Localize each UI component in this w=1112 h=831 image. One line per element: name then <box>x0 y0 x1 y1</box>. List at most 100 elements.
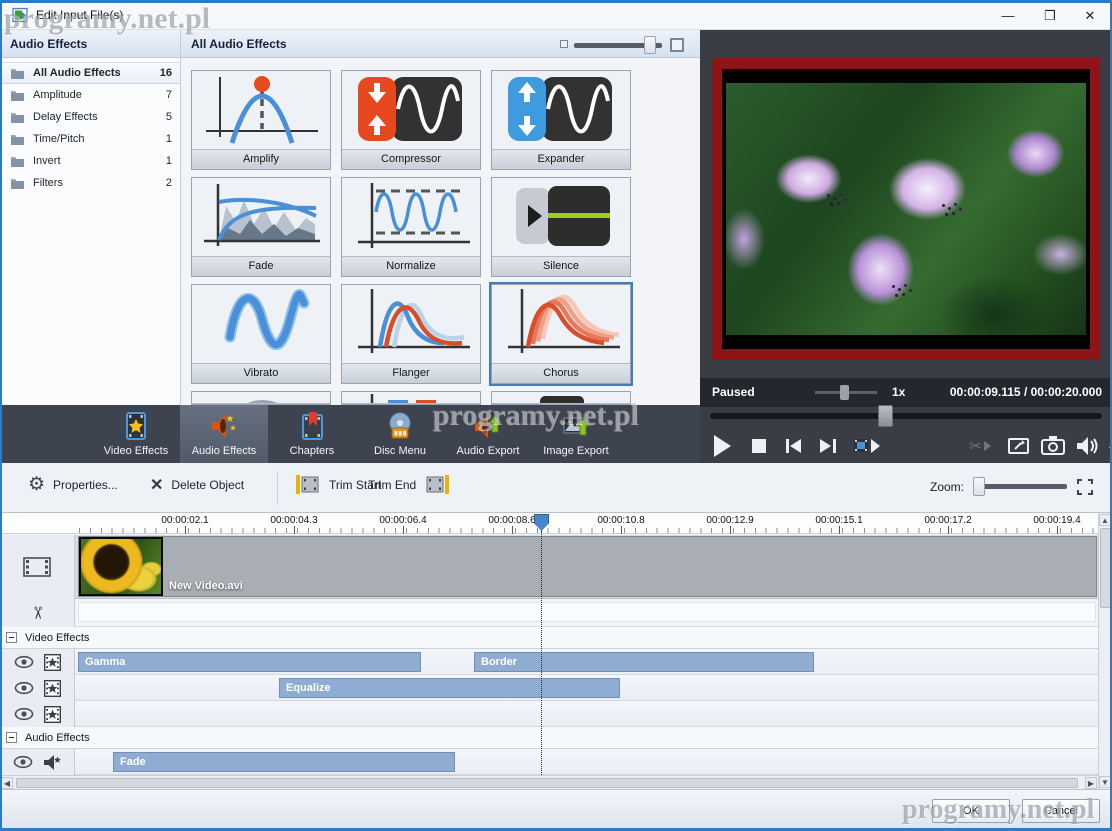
zoom-label: Zoom: <box>930 480 964 494</box>
timeline-vscrollbar[interactable]: ▲ ▼ <box>1098 513 1112 789</box>
playback-time: 00:00:09.115 / 00:00:20.000 <box>950 385 1102 399</box>
vscroll-thumb[interactable] <box>1100 528 1111 608</box>
compressor-icon <box>342 71 480 149</box>
collapse-arrow-icon[interactable] <box>1109 442 1112 449</box>
timeline-zoom-slider[interactable] <box>975 484 1067 489</box>
item-count: 5 <box>166 111 172 123</box>
video-frame-image <box>726 83 1086 335</box>
transport-controls: ✂ <box>700 428 1112 463</box>
film-star-icon[interactable] <box>44 680 61 697</box>
eye-icon[interactable] <box>14 707 34 721</box>
seek-slider-thumb[interactable] <box>878 405 893 427</box>
effect-tile-partial-1[interactable] <box>191 391 331 405</box>
timeline-zoom-slider-thumb[interactable] <box>973 477 985 496</box>
tab-audio-effects[interactable]: Audio Effects <box>180 405 268 463</box>
title-bar: Edit Input File(s) — ❐ ✕ <box>0 0 1112 30</box>
trim-end-button[interactable]: Trim End <box>368 475 450 494</box>
eye-icon[interactable] <box>14 655 34 669</box>
normalize-icon <box>342 178 480 256</box>
audio-effects-icon <box>209 411 239 441</box>
collapse-video-effects[interactable] <box>6 632 17 643</box>
timeline-ruler[interactable]: 00:00:02.1 00:00:04.3 00:00:06.4 00:00:0… <box>0 513 1098 534</box>
tab-disc-menu[interactable]: Disc Menu <box>356 405 444 463</box>
expander-icon <box>492 71 630 149</box>
effect-tile-partial-2[interactable] <box>341 391 481 405</box>
timeline-hscrollbar[interactable]: ◀ ▶ <box>0 775 1098 789</box>
fx-row2-gutter <box>0 675 75 701</box>
eye-icon[interactable] <box>14 681 34 695</box>
stop-button[interactable] <box>752 439 766 453</box>
sidebar-item-filters[interactable]: Filters 2 <box>0 172 180 194</box>
snapshot-button[interactable] <box>1041 436 1065 455</box>
thumbnail-large-icon <box>670 38 684 52</box>
sidebar-item-invert[interactable]: Invert 1 <box>0 150 180 172</box>
next-frame-button[interactable] <box>820 439 836 453</box>
hscroll-left-arrow[interactable]: ◀ <box>1 777 13 789</box>
video-clip[interactable]: New Video.avi <box>78 536 1097 597</box>
effect-tile-flanger[interactable]: Flanger <box>341 284 481 384</box>
tab-video-effects[interactable]: Video Effects <box>92 405 180 463</box>
play-button[interactable] <box>714 435 732 457</box>
speed-slider-thumb[interactable] <box>840 385 849 400</box>
sidebar-item-amplitude[interactable]: Amplitude 7 <box>0 84 180 106</box>
sidebar-item-time-pitch[interactable]: Time/Pitch 1 <box>0 128 180 150</box>
video-letterbox <box>722 69 1090 349</box>
eye-icon[interactable] <box>13 755 33 769</box>
maximize-button[interactable]: ❐ <box>1030 4 1070 27</box>
effect-bar-fade[interactable]: Fade <box>113 752 455 772</box>
player-status-bar: Paused 1x 00:00:09.115 / 00:00:20.000 <box>700 378 1112 407</box>
tab-chapters[interactable]: Chapters <box>268 405 356 463</box>
sidebar-item-all-audio-effects[interactable]: All Audio Effects 16 <box>0 62 180 84</box>
thumbnail-size-slider-thumb[interactable] <box>644 36 656 54</box>
frame-advance-button[interactable] <box>854 437 881 454</box>
effect-tile-amplify[interactable]: Amplify <box>191 70 331 170</box>
fx-row3-gutter <box>0 701 75 727</box>
effect-tile-compressor[interactable]: Compressor <box>341 70 481 170</box>
delete-object-button[interactable]: ✕ Delete Object <box>150 475 244 495</box>
minimize-button[interactable]: — <box>988 4 1028 27</box>
properties-button[interactable]: ⚙ Properties... <box>28 475 118 494</box>
effect-bar-border[interactable]: Border <box>474 652 814 672</box>
sidebar-item-delay-effects[interactable]: Delay Effects 5 <box>0 106 180 128</box>
vibrato-icon <box>192 285 330 363</box>
zoom-fit-icon[interactable] <box>1077 479 1093 500</box>
cancel-button[interactable]: Cancel <box>1022 799 1100 823</box>
seek-slider[interactable] <box>710 413 1102 419</box>
audio-effects-row-1: Fade <box>75 749 1098 775</box>
audio-effects-section-header: Audio Effects <box>0 727 1098 749</box>
effect-tile-normalize[interactable]: Normalize <box>341 177 481 277</box>
video-effects-row-2: Equalize <box>75 675 1098 701</box>
effect-tile-chorus[interactable]: Chorus <box>491 284 631 384</box>
vscroll-up-arrow[interactable]: ▲ <box>1099 514 1111 526</box>
effect-tile-partial-3[interactable] <box>491 391 631 405</box>
effect-tile-silence[interactable]: Silence <box>491 177 631 277</box>
film-star-icon[interactable] <box>44 654 61 671</box>
ok-button[interactable]: OK <box>932 799 1010 823</box>
tab-audio-export[interactable]: Audio Export <box>444 405 532 463</box>
close-button[interactable]: ✕ <box>1070 4 1110 27</box>
split-button[interactable]: ✂ <box>969 437 992 455</box>
afx-row-gutter <box>0 749 75 775</box>
effect-bar-gamma[interactable]: Gamma <box>78 652 421 672</box>
item-count: 7 <box>166 89 172 101</box>
fullscreen-button[interactable] <box>1008 437 1029 455</box>
filmstrip-icon <box>22 556 52 578</box>
hscroll-right-arrow[interactable]: ▶ <box>1085 777 1097 789</box>
effect-bar-equalize[interactable]: Equalize <box>279 678 620 698</box>
hscroll-thumb[interactable] <box>16 778 1078 788</box>
speaker-star-icon[interactable] <box>43 754 62 771</box>
film-star-icon[interactable] <box>44 706 61 723</box>
effect-tile-fade[interactable]: Fade <box>191 177 331 277</box>
video-effects-row-3 <box>75 701 1098 727</box>
collapse-audio-effects[interactable] <box>6 732 17 743</box>
vscroll-down-arrow[interactable]: ▼ <box>1099 776 1111 788</box>
tab-image-export[interactable]: Image Export <box>532 405 620 463</box>
playhead-line <box>541 531 542 775</box>
volume-button[interactable] <box>1077 437 1101 455</box>
effect-tile-vibrato[interactable]: Vibrato <box>191 284 331 384</box>
previous-frame-button[interactable] <box>786 439 802 453</box>
trim-start-icon <box>295 475 321 494</box>
clip-name: New Video.avi <box>169 580 243 592</box>
effect-tile-expander[interactable]: Expander <box>491 70 631 170</box>
dialog-footer: OK Cancel <box>0 789 1112 831</box>
